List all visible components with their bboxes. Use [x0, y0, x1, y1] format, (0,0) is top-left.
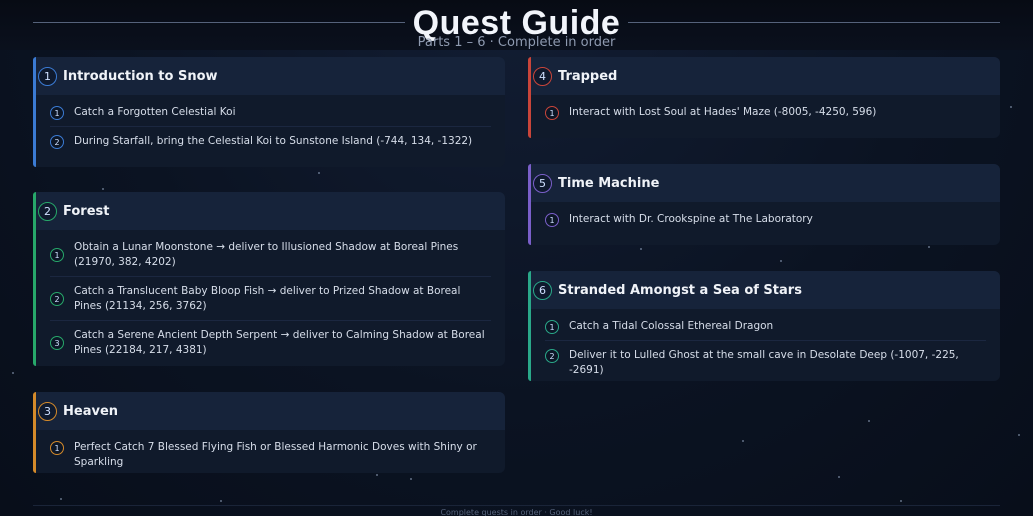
star-dot — [1010, 106, 1012, 108]
quest-title: Heaven — [63, 403, 119, 419]
quest-step: 1 Perfect Catch 7 Blessed Flying Fish or… — [50, 433, 491, 473]
quest-steps: 1 Catch a Forgotten Celestial Koi 2 Duri… — [36, 95, 505, 155]
star-dot — [640, 248, 642, 250]
quest-step: 1 Obtain a Lunar Moonstone → deliver to … — [50, 233, 491, 277]
quest-number-badge: 5 — [533, 173, 552, 193]
quest-steps: 1 Perfect Catch 7 Blessed Flying Fish or… — [36, 430, 505, 473]
star-dot — [410, 478, 412, 480]
star-dot — [838, 476, 840, 478]
quest-steps: 1 Obtain a Lunar Moonstone → deliver to … — [36, 230, 505, 364]
step-number-badge: 1 — [545, 106, 559, 120]
quest-card-header: 5 Time Machine — [531, 164, 1000, 202]
quest-step: 1 Interact with Dr. Crookspine at The La… — [545, 205, 986, 233]
quest-number-badge: 3 — [38, 401, 57, 421]
footer-note: Complete quests in order · Good luck! — [440, 508, 593, 516]
quest-step: 2 Deliver it to Lulled Ghost at the smal… — [545, 341, 986, 381]
step-text: Deliver it to Lulled Ghost at the small … — [569, 349, 959, 376]
quest-card-4: 4 Trapped 1 Interact with Lost Soul at H… — [528, 57, 1000, 138]
step-number-badge: 1 — [545, 213, 559, 227]
star-dot — [1018, 434, 1020, 436]
step-text: Interact with Lost Soul at Hades' Maze (… — [569, 106, 877, 118]
footer-divider — [33, 505, 1000, 506]
quest-card-3: 3 Heaven 1 Perfect Catch 7 Blessed Flyin… — [33, 392, 505, 473]
quest-card-header: 1 Introduction to Snow — [36, 57, 505, 95]
step-text: Catch a Tidal Colossal Ethereal Dragon — [569, 320, 774, 332]
quest-step: 1 Catch a Tidal Colossal Ethereal Dragon — [545, 312, 986, 341]
step-text: Obtain a Lunar Moonstone → deliver to Il… — [74, 241, 459, 268]
quest-card-1: 1 Introduction to Snow 1 Catch a Forgott… — [33, 57, 505, 167]
quest-number-badge: 4 — [533, 66, 552, 86]
step-text: Interact with Dr. Crookspine at The Labo… — [569, 213, 813, 225]
quest-card-header: 4 Trapped — [531, 57, 1000, 95]
star-dot — [318, 172, 320, 174]
step-text: During Starfall, bring the Celestial Koi… — [74, 135, 473, 147]
star-dot — [928, 246, 930, 248]
step-number-badge: 1 — [545, 320, 559, 334]
quest-steps: 1 Interact with Dr. Crookspine at The La… — [531, 202, 1000, 233]
step-text: Perfect Catch 7 Blessed Flying Fish or B… — [74, 441, 477, 468]
step-text: Catch a Serene Ancient Depth Serpent → d… — [74, 329, 485, 356]
step-text: Catch a Translucent Baby Bloop Fish → de… — [74, 285, 461, 312]
quest-title: Introduction to Snow — [63, 68, 218, 84]
step-number-badge: 3 — [50, 336, 64, 350]
quest-number-badge: 2 — [38, 201, 57, 221]
quest-step: 2 Catch a Translucent Baby Bloop Fish → … — [50, 277, 491, 321]
step-number-badge: 1 — [50, 441, 64, 455]
quest-title: Forest — [63, 203, 110, 219]
quest-card-5: 5 Time Machine 1 Interact with Dr. Crook… — [528, 164, 1000, 245]
page-subtitle: Parts 1 – 6 · Complete in order — [417, 35, 616, 50]
step-number-badge: 1 — [50, 248, 64, 262]
page-header: Quest Guide Parts 1 – 6 · Complete in or… — [0, 0, 1033, 50]
star-dot — [60, 498, 62, 500]
quest-steps: 1 Interact with Lost Soul at Hades' Maze… — [531, 95, 1000, 126]
quest-step: 3 Catch a Serene Ancient Depth Serpent →… — [50, 321, 491, 364]
star-dot — [102, 188, 104, 190]
quest-step: 1 Catch a Forgotten Celestial Koi — [50, 98, 491, 127]
quest-title: Trapped — [558, 68, 618, 84]
quest-card-6: 6 Stranded Amongst a Sea of Stars 1 Catc… — [528, 271, 1000, 381]
step-number-badge: 2 — [545, 349, 559, 363]
star-dot — [742, 440, 744, 442]
quest-step: 2 During Starfall, bring the Celestial K… — [50, 127, 491, 155]
quest-number-badge: 6 — [533, 280, 552, 300]
quest-card-header: 6 Stranded Amongst a Sea of Stars — [531, 271, 1000, 309]
step-text: Catch a Forgotten Celestial Koi — [74, 106, 236, 118]
quest-title: Time Machine — [558, 175, 660, 191]
step-number-badge: 2 — [50, 135, 64, 149]
star-dot — [220, 500, 222, 502]
quest-title: Stranded Amongst a Sea of Stars — [558, 282, 802, 298]
star-dot — [12, 372, 14, 374]
star-dot — [376, 474, 378, 476]
quest-step: 1 Interact with Lost Soul at Hades' Maze… — [545, 98, 986, 126]
star-dot — [900, 500, 902, 502]
quest-card-header: 2 Forest — [36, 192, 505, 230]
quest-number-badge: 1 — [38, 66, 57, 86]
quest-card-2: 2 Forest 1 Obtain a Lunar Moonstone → de… — [33, 192, 505, 366]
quest-steps: 1 Catch a Tidal Colossal Ethereal Dragon… — [531, 309, 1000, 381]
step-number-badge: 2 — [50, 292, 64, 306]
star-dot — [868, 420, 870, 422]
quest-card-header: 3 Heaven — [36, 392, 505, 430]
star-dot — [780, 260, 782, 262]
step-number-badge: 1 — [50, 106, 64, 120]
